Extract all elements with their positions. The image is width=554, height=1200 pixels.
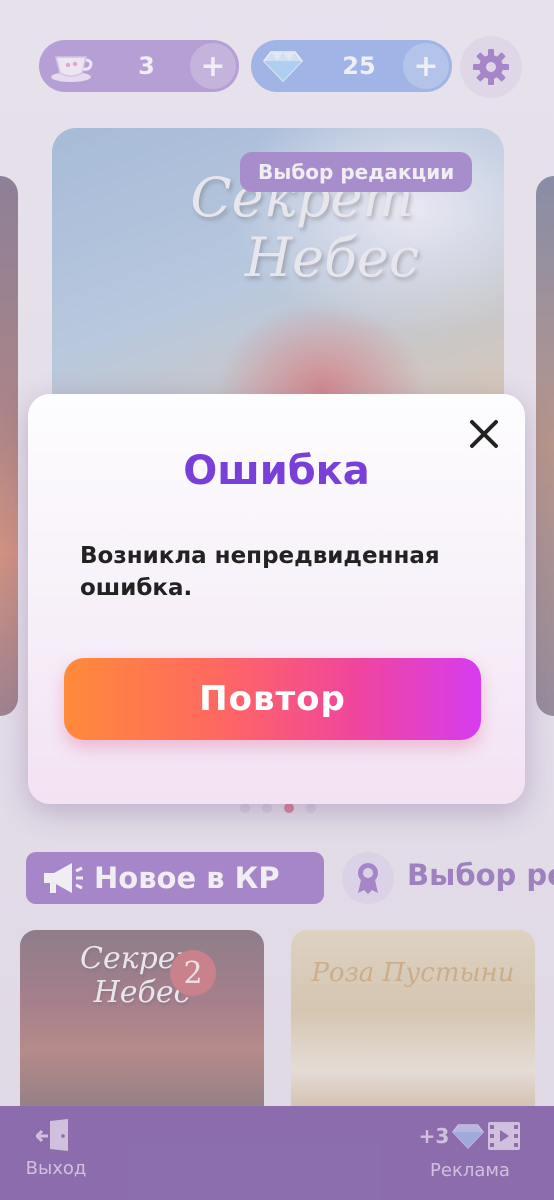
close-icon [470,420,498,448]
retry-button[interactable]: Повтор [64,658,481,740]
app-screen: 3 + 25 + [0,0,554,1200]
error-dialog: Ошибка Возникла непредвиденная ошибка. П… [28,394,525,804]
dialog-title: Ошибка [183,448,370,494]
close-button[interactable] [466,416,502,452]
modal-backdrop-bottom [0,1106,554,1200]
dialog-message: Возникла непредвиденная ошибка. [80,543,440,601]
retry-button-label: Повтор [199,679,346,719]
